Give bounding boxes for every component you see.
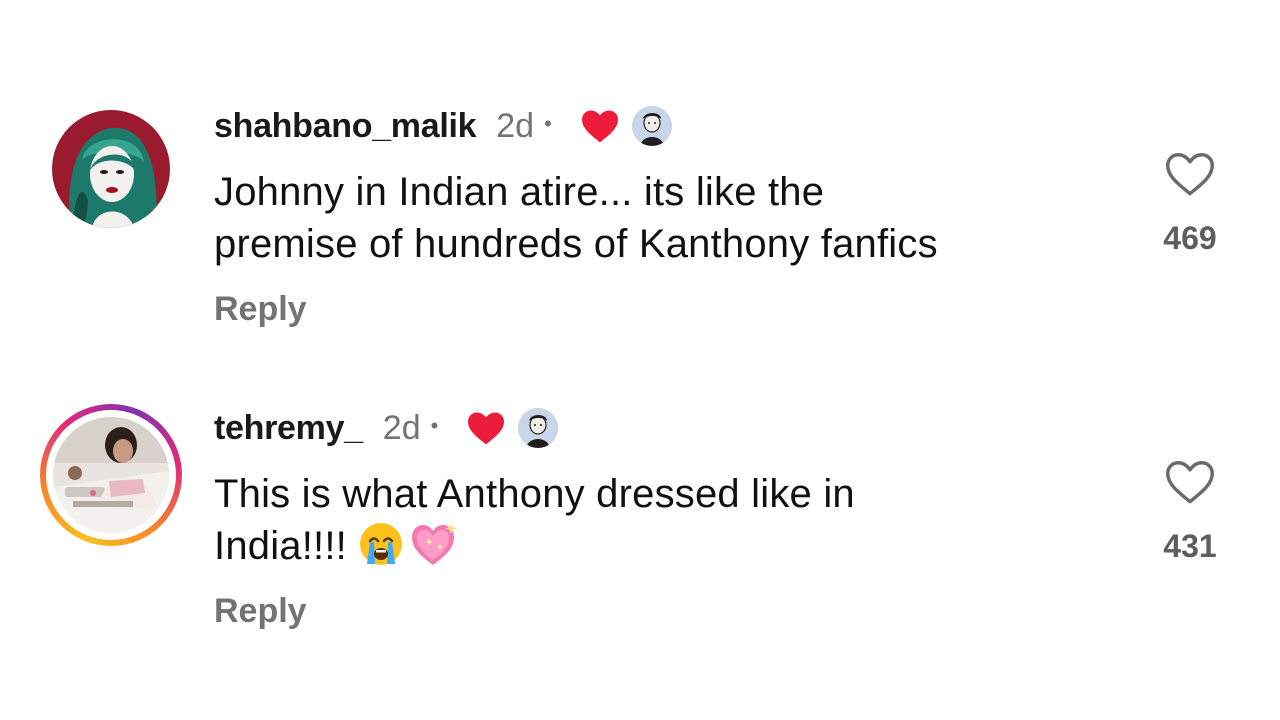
creator-avatar — [631, 106, 672, 146]
emoji-group — [357, 520, 463, 568]
comment-text: This is what Anthony dressed like in Ind… — [214, 468, 1114, 572]
timestamp: 2d — [382, 408, 421, 447]
timestamp: 2d — [496, 106, 535, 145]
like-count: 431 — [1163, 528, 1217, 564]
reply-button[interactable]: Reply — [214, 290, 307, 329]
user-avatar[interactable] — [52, 110, 170, 228]
like-count: 469 — [1163, 220, 1217, 256]
comment-text: Johnny in Indian atire... its like the p… — [214, 166, 1114, 270]
username[interactable]: shahbano_malik — [214, 107, 477, 146]
comments-list: shahbano_malik 2d • Johnny in Indian ati… — [0, 0, 1280, 720]
user-avatar — [53, 417, 169, 533]
comment-meta: shahbano_malik 2d • — [214, 100, 672, 152]
comment-text-line-with-emoji: India!!!! — [214, 520, 1114, 572]
heart-filled-icon — [581, 110, 618, 143]
avatar-photo — [53, 417, 169, 533]
heart-filled-icon — [468, 412, 505, 445]
comment-meta: tehremy_ 2d • — [214, 402, 559, 454]
username[interactable]: tehremy_ — [214, 409, 363, 448]
heart-outline-icon[interactable] — [1163, 150, 1217, 198]
comment-text-line: This is what Anthony dressed like in — [214, 472, 855, 516]
creator-avatar-illustration — [518, 408, 559, 448]
sparkling-heart-emoji — [412, 523, 457, 566]
heart-outline-icon[interactable] — [1163, 458, 1217, 506]
comment-text-line: Johnny in Indian atire... its like the — [214, 170, 825, 214]
creator-avatar — [518, 408, 559, 448]
user-avatar-story-ring[interactable] — [40, 404, 182, 546]
separator-dot: • — [430, 413, 439, 438]
comment-text-line: premise of hundreds of Kanthony fanfics — [214, 222, 938, 266]
like-control: 431 — [1140, 458, 1240, 565]
comment-text-fragment: India!!!! — [214, 524, 347, 568]
creator-avatar-illustration — [631, 106, 672, 146]
avatar-illustration — [52, 110, 170, 228]
reply-button[interactable]: Reply — [214, 592, 307, 631]
like-control: 469 — [1140, 150, 1240, 257]
separator-dot: • — [544, 111, 552, 136]
loudly-crying-face-emoji — [360, 523, 402, 566]
